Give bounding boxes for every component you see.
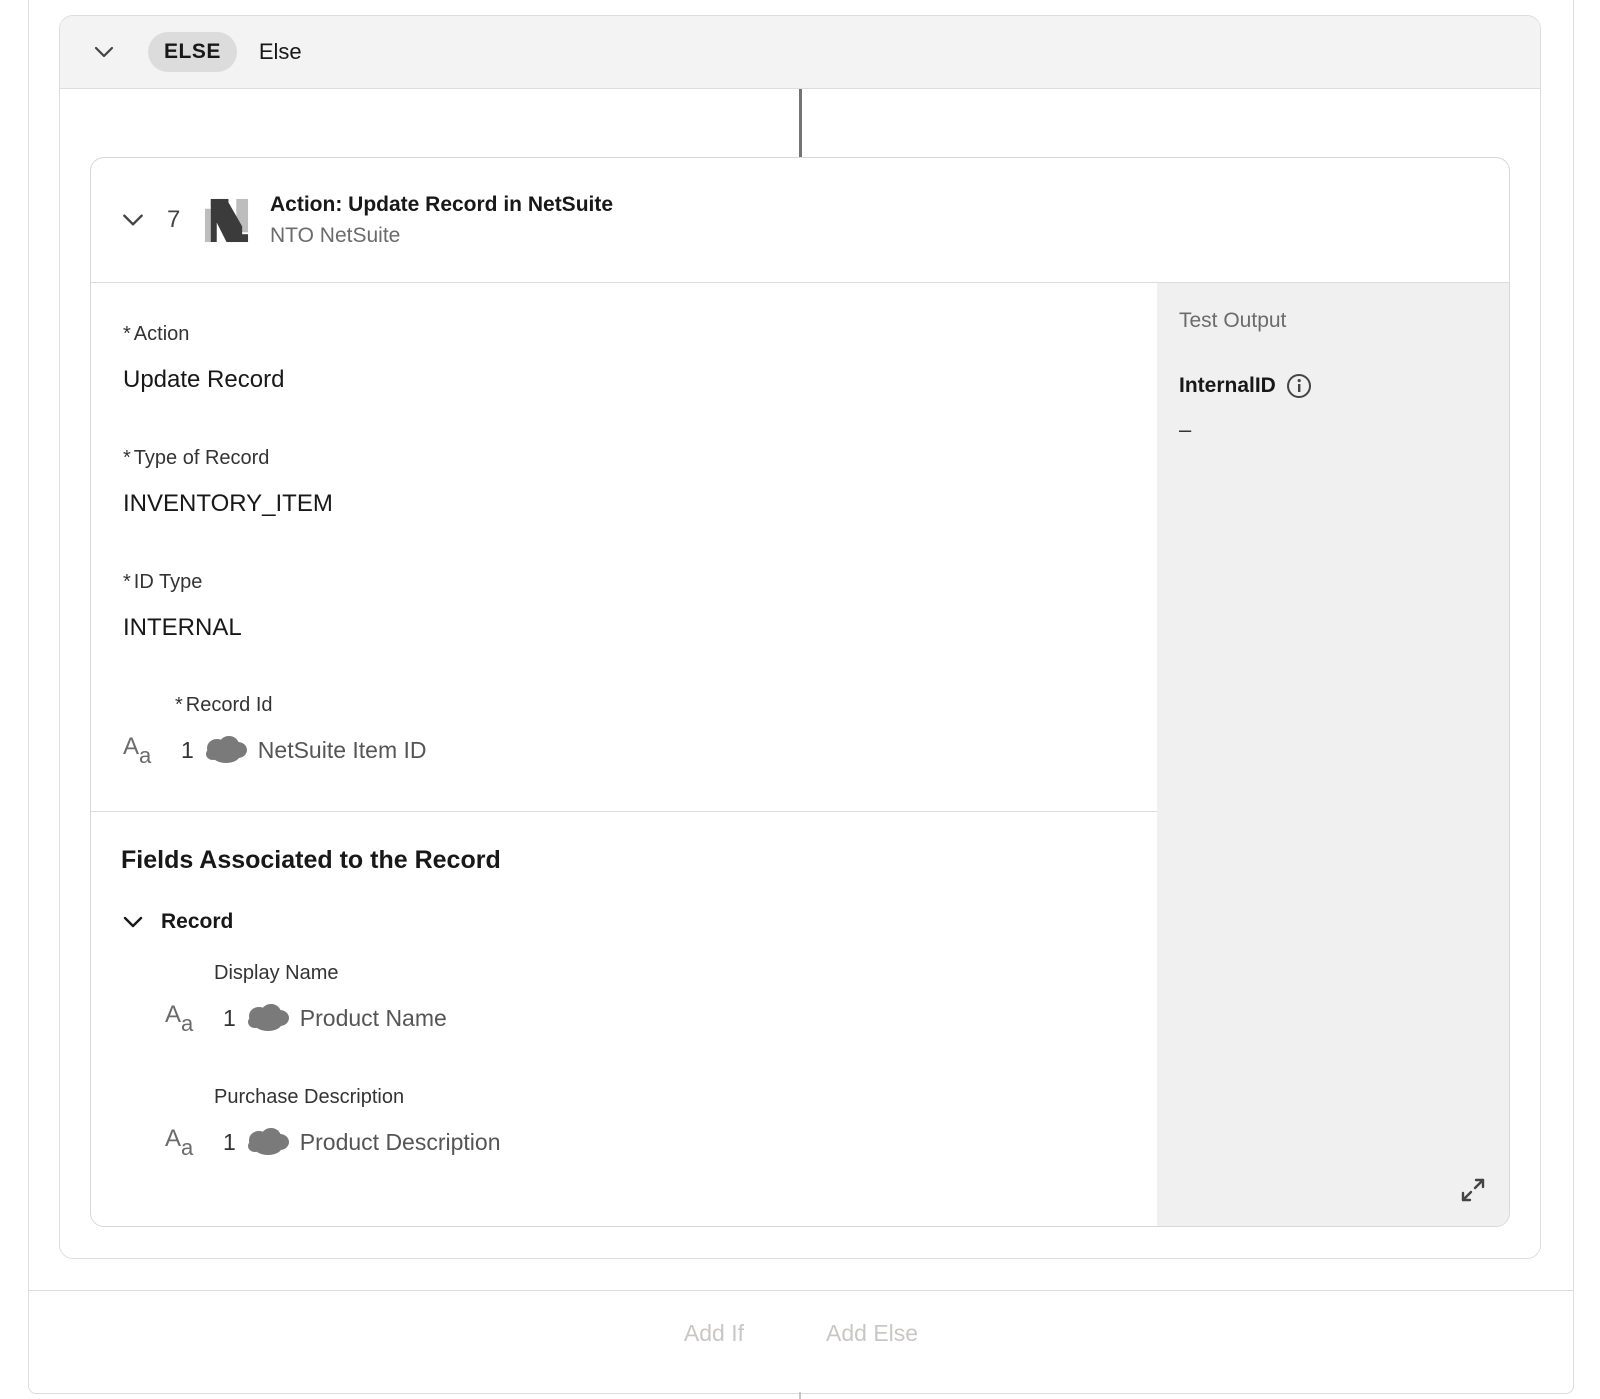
type-of-record-field: * Type of Record INVENTORY_ITEM bbox=[123, 447, 333, 518]
add-if-button[interactable]: Add If bbox=[684, 1320, 744, 1347]
chevron-down-icon[interactable] bbox=[119, 908, 147, 936]
source-step-number: 1 bbox=[223, 1004, 236, 1031]
field-label: Purchase Description bbox=[214, 1086, 405, 1108]
purchase-description-field: Purchase Description bbox=[214, 1086, 404, 1109]
text-type-icon: Aa bbox=[123, 733, 152, 768]
footer-divider bbox=[28, 1290, 1574, 1291]
required-marker: * bbox=[123, 447, 131, 469]
test-output-title: Test Output bbox=[1179, 309, 1287, 332]
record-group-toggle[interactable]: Record bbox=[119, 908, 233, 936]
output-field-value: – bbox=[1179, 417, 1192, 442]
text-type-icon: Aa bbox=[165, 1001, 194, 1036]
flow-connector bbox=[799, 1392, 801, 1399]
required-marker: * bbox=[123, 323, 131, 345]
action-title: Action: Update Record in NetSuite bbox=[270, 192, 614, 216]
connection-name: NTO NetSuite bbox=[270, 223, 401, 247]
purchase-description-mapping[interactable]: Aa 1 Product Description bbox=[165, 1125, 501, 1160]
field-value[interactable]: INTERNAL bbox=[123, 614, 242, 642]
else-branch-card: ELSE Else 7 Action: Update Record in Net… bbox=[59, 15, 1541, 1259]
else-title: Else bbox=[258, 39, 302, 64]
action-step-header: 7 Action: Update Record in NetSuite NTO … bbox=[91, 158, 1509, 283]
chevron-down-icon[interactable] bbox=[119, 206, 147, 234]
record-id-mapping[interactable]: Aa 1 NetSuite Item ID bbox=[123, 733, 427, 768]
field-value[interactable]: Update Record bbox=[123, 366, 284, 394]
flow-connector bbox=[799, 89, 802, 158]
field-label: ID Type bbox=[133, 571, 203, 593]
source-field-label: Product Description bbox=[299, 1128, 501, 1155]
salesforce-cloud-icon bbox=[247, 1128, 289, 1155]
test-output-panel: Test Output InternalID – bbox=[1157, 283, 1509, 1226]
field-value[interactable]: INVENTORY_ITEM bbox=[123, 490, 333, 518]
record-id-field: * Record Id bbox=[175, 694, 273, 717]
netsuite-logo bbox=[203, 196, 250, 244]
else-branch-header: ELSE Else bbox=[60, 16, 1540, 89]
field-label: Action bbox=[133, 323, 190, 345]
output-field-label: InternalID bbox=[1179, 374, 1276, 397]
field-label: Display Name bbox=[214, 962, 339, 984]
expand-icon[interactable] bbox=[1459, 1176, 1487, 1204]
section-divider bbox=[91, 811, 1157, 812]
salesforce-cloud-icon bbox=[247, 1004, 289, 1031]
add-else-button[interactable]: Add Else bbox=[826, 1320, 918, 1347]
display-name-mapping[interactable]: Aa 1 Product Name bbox=[165, 1001, 447, 1036]
section-title: Fields Associated to the Record bbox=[121, 846, 501, 874]
branch-actions: Add If Add Else bbox=[28, 1320, 1574, 1347]
action-config-pane: * Action Update Record * Type of Record IN… bbox=[91, 283, 1157, 1226]
source-step-number: 1 bbox=[181, 736, 194, 763]
action-field: * Action Update Record bbox=[123, 323, 284, 394]
field-label: Record Id bbox=[185, 694, 273, 716]
source-field-label: Product Name bbox=[299, 1004, 447, 1031]
id-type-field: * ID Type INTERNAL bbox=[123, 571, 242, 642]
record-group-label: Record bbox=[161, 910, 234, 933]
required-marker: * bbox=[123, 571, 131, 593]
field-label: Type of Record bbox=[133, 447, 270, 469]
source-step-number: 1 bbox=[223, 1128, 236, 1155]
text-type-icon: Aa bbox=[165, 1125, 194, 1160]
step-number: 7 bbox=[167, 206, 181, 233]
display-name-field: Display Name bbox=[214, 962, 338, 985]
required-marker: * bbox=[175, 694, 183, 716]
chevron-down-icon[interactable] bbox=[90, 38, 118, 66]
salesforce-cloud-icon bbox=[205, 736, 247, 763]
source-field-label: NetSuite Item ID bbox=[257, 736, 427, 763]
else-badge: ELSE bbox=[148, 32, 237, 72]
info-icon[interactable] bbox=[1286, 373, 1312, 399]
action-step-card: 7 Action: Update Record in NetSuite NTO … bbox=[90, 157, 1510, 1227]
